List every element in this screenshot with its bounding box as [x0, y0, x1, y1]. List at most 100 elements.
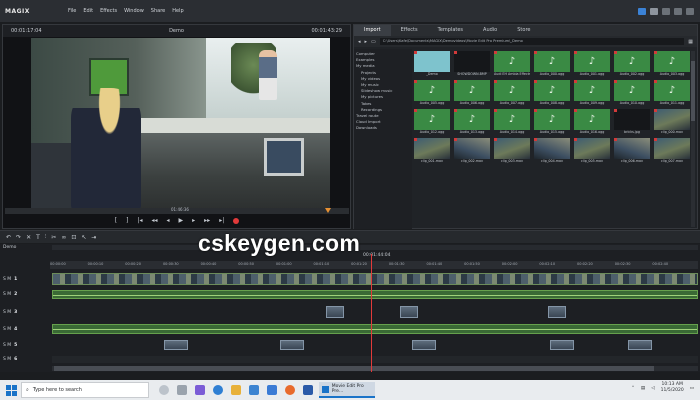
media-item[interactable]: clip_007.mov [654, 138, 690, 166]
menu-window[interactable]: Window [124, 8, 144, 14]
mark-out-button[interactable]: ] [126, 218, 128, 224]
media-item[interactable]: ♪ Audio_008.ogg [534, 80, 570, 108]
timeline-scrollbar[interactable] [52, 366, 698, 371]
media-item[interactable]: ♪ Audio_002.ogg [614, 51, 650, 79]
track-2-lane[interactable] [52, 290, 698, 299]
title-clip[interactable] [326, 306, 344, 318]
app-icon[interactable] [195, 385, 205, 395]
track-4-lane[interactable] [52, 324, 698, 334]
menu-effects[interactable]: Effects [100, 8, 117, 14]
ripple-icon[interactable]: ⇥ [91, 234, 96, 241]
tab-import[interactable]: Import [354, 25, 391, 36]
media-item[interactable]: ♪ Audio_012.ogg [414, 109, 450, 137]
menu-file[interactable]: File [68, 8, 76, 14]
firefox-icon[interactable] [285, 385, 295, 395]
overlay-clip[interactable] [280, 340, 304, 350]
redo-icon[interactable]: ↷ [16, 234, 21, 241]
media-item[interactable]: clip_004.mov [534, 138, 570, 166]
text-icon[interactable]: T [36, 234, 40, 241]
link-icon[interactable]: ∞ [61, 234, 66, 241]
track-6-lane[interactable] [52, 356, 698, 363]
view-icon[interactable]: ▦ [688, 39, 693, 45]
volume-icon[interactable]: ◁ [651, 386, 654, 391]
task-view-icon[interactable] [177, 385, 187, 395]
settings-icon[interactable] [650, 8, 658, 15]
undo-icon[interactable]: ↶ [6, 234, 11, 241]
clock[interactable]: 10:13 AM 11/5/2020 [661, 382, 684, 394]
taskbar-search[interactable]: ⌕ Type here to search [21, 382, 149, 398]
split-icon[interactable]: ⫶ [45, 233, 47, 241]
tab-templates[interactable]: Templates [428, 25, 473, 36]
tab-effects[interactable]: Effects [391, 25, 428, 36]
file-explorer-icon[interactable] [231, 385, 241, 395]
overlay-clip[interactable] [628, 340, 652, 350]
overlay-clip[interactable] [550, 340, 574, 350]
forward-icon[interactable]: ▸ [365, 39, 368, 45]
track-3-lane[interactable] [52, 306, 698, 318]
next-frame-button[interactable]: ▸ [192, 218, 195, 224]
path-field[interactable]: C:\Users\Kafe\Documents\MAGIX\Demovideos… [379, 38, 685, 45]
overlay-clip[interactable] [164, 340, 188, 350]
pointer-icon[interactable]: ↖ [81, 234, 86, 241]
media-item[interactable]: ♪ Audio_007.ogg [494, 80, 530, 108]
media-item[interactable]: clip_005.mov [574, 138, 610, 166]
play-button[interactable]: ▶ [179, 218, 184, 224]
back-icon[interactable]: ◂ [358, 39, 361, 45]
go-end-button[interactable]: ▸| [219, 218, 224, 224]
media-item[interactable]: bricks.jpg [614, 109, 650, 137]
media-pool-scrollbar[interactable] [691, 51, 695, 227]
close-button[interactable] [686, 8, 694, 15]
media-item[interactable]: ♪ Audio_016.ogg [574, 109, 610, 137]
track-5-lane[interactable] [52, 340, 698, 350]
media-item[interactable]: clip_002.mov [454, 138, 490, 166]
store-icon[interactable] [267, 385, 277, 395]
mail-icon[interactable] [249, 385, 259, 395]
go-start-button[interactable]: |◂ [137, 218, 142, 224]
notification-icon[interactable]: ▭ [690, 386, 694, 391]
tab-audio[interactable]: Audio [473, 25, 507, 36]
taskbar-app-movie-edit[interactable]: Movie Edit Pro Pre... [319, 382, 375, 398]
media-item[interactable]: _Demo [414, 51, 450, 79]
title-clip[interactable] [548, 306, 566, 318]
scrub-marker-icon[interactable] [325, 208, 331, 213]
record-icon[interactable] [233, 218, 240, 224]
media-item[interactable]: clip_001.mov [414, 138, 450, 166]
media-item[interactable]: ♪ Audio_013.ogg [454, 109, 490, 137]
media-item[interactable]: ♪ Audio_011.ogg [654, 80, 690, 108]
media-item[interactable]: ♪ Audio_000.ogg [534, 51, 570, 79]
menu-edit[interactable]: Edit [83, 8, 93, 14]
media-item[interactable]: clip_003.mov [494, 138, 530, 166]
media-item[interactable]: ♪ Audio_005.ogg [414, 80, 450, 108]
media-item[interactable]: ♪ Audio_009.ogg [574, 80, 610, 108]
menu-share[interactable]: Share [151, 8, 165, 14]
mark-in-button[interactable]: [ [115, 218, 117, 224]
network-icon[interactable]: ▤ [641, 386, 645, 391]
rewind-button[interactable]: ◂◂ [151, 218, 157, 224]
minimize-button[interactable] [662, 8, 670, 15]
media-item[interactable]: ♪Audi EH Ambia Effects.ogg [494, 51, 530, 79]
tray-chevron-icon[interactable]: ⌃ [631, 386, 635, 391]
media-item[interactable]: ♪ Audio_010.ogg [614, 80, 650, 108]
media-item[interactable]: ♪ Audio_006.ogg [454, 80, 490, 108]
media-item[interactable]: ♪ Audio_001.ogg [574, 51, 610, 79]
layout-icon[interactable] [638, 8, 646, 15]
word-icon[interactable] [303, 385, 313, 395]
edge-icon[interactable] [213, 385, 223, 395]
menu-help[interactable]: Help [172, 8, 183, 14]
time-ruler[interactable]: 00:00:00 00:00:10 00:00:20 00:00:30 00:00:40… [50, 261, 698, 269]
overlay-clip[interactable] [412, 340, 436, 350]
media-item[interactable]: ♪ Audio_015.ogg [534, 109, 570, 137]
maximize-button[interactable] [674, 8, 682, 15]
folder-icon[interactable]: ▭ [371, 39, 376, 45]
cortana-icon[interactable] [159, 385, 169, 395]
lock-icon[interactable]: ⊡ [71, 234, 76, 241]
cut-icon[interactable]: ✂ [51, 234, 56, 241]
tree-item-downloads[interactable]: Downloads [354, 125, 412, 131]
monitor-scrubber[interactable]: 01:46:36 [5, 207, 349, 214]
media-item[interactable]: ♪ Audio_014.ogg [494, 109, 530, 137]
video-preview[interactable] [31, 38, 330, 213]
windows-start-icon[interactable] [4, 383, 18, 397]
video-clip[interactable] [52, 273, 698, 285]
audio-clip[interactable] [52, 290, 698, 299]
track-1-lane[interactable] [52, 273, 698, 285]
